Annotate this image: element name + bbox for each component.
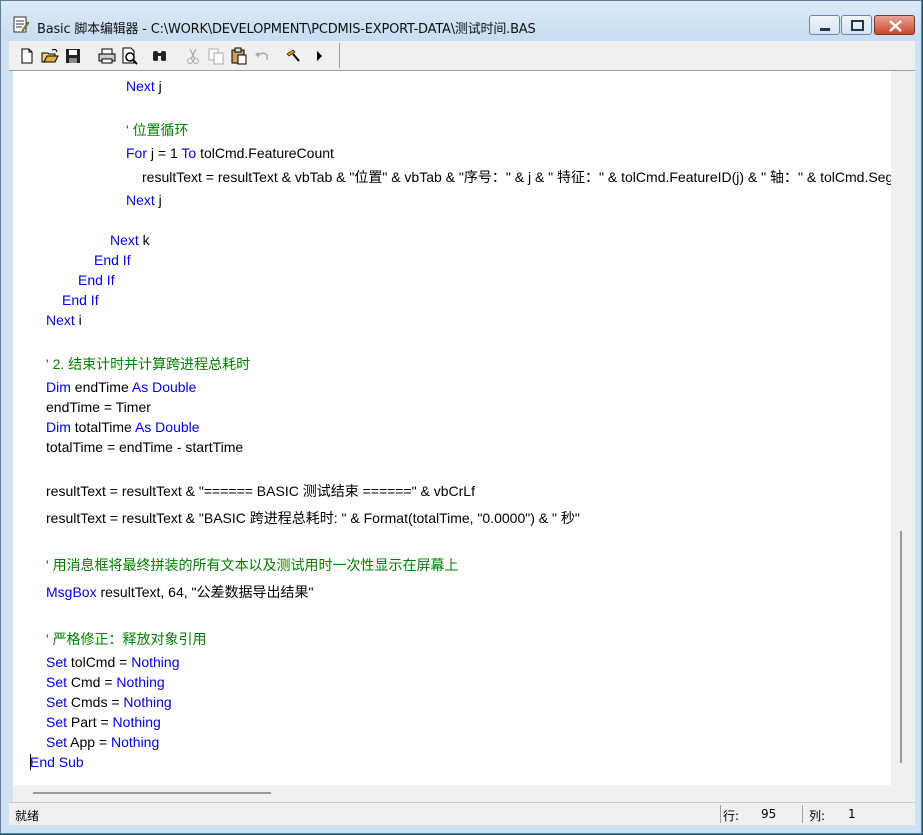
code-line: End If	[94, 252, 131, 268]
code-line: Dim totalTime As Double	[46, 419, 200, 435]
script-editor-icon	[13, 16, 30, 34]
code-line: Next i	[46, 312, 82, 328]
code-comment: ' 位置循环	[126, 122, 189, 138]
title-bar[interactable]: Basic 脚本编辑器 - C:\WORK\DEVELOPMENT\PCDMIS…	[1, 1, 921, 41]
cut-icon[interactable]	[183, 46, 203, 66]
code-comment: ' 2. 结束计时并计算跨进程总耗时	[46, 356, 251, 372]
print-preview-icon[interactable]	[120, 46, 140, 66]
window-title: Basic 脚本编辑器 - C:\WORK\DEVELOPMENT\PCDMIS…	[37, 22, 536, 37]
code-line: Next j	[126, 192, 162, 208]
copy-icon[interactable]	[206, 46, 226, 66]
code-line: For j = 1 To tolCmd.FeatureCount	[126, 145, 334, 161]
code-line: Next k	[110, 232, 150, 248]
code-line: resultText = resultText & vbTab & "位置" &…	[142, 169, 891, 185]
print-icon[interactable]	[97, 46, 117, 66]
code-line: End If	[62, 292, 99, 308]
close-icon	[889, 20, 902, 32]
col-value: 1	[848, 807, 856, 821]
status-separator	[802, 805, 803, 823]
vertical-scroll-thumb[interactable]	[900, 531, 902, 763]
row-value: 95	[761, 807, 777, 821]
compile-icon[interactable]	[283, 46, 303, 66]
row-label: 行:	[723, 809, 740, 823]
code-line: Next j	[126, 78, 162, 94]
code-line: End If	[78, 272, 115, 288]
horizontal-scroll-thumb[interactable]	[33, 792, 271, 794]
new-file-icon[interactable]	[17, 46, 37, 66]
status-separator	[720, 805, 721, 823]
undo-icon[interactable]	[252, 46, 272, 66]
code-comment: ' 用消息框将最终拼装的所有文本以及测试用时一次性显示在屏幕上	[46, 557, 459, 573]
code-editor[interactable]: Next j ' 位置循环 For j = 1 To tolCmd.Featur…	[13, 71, 891, 785]
minimize-button[interactable]	[809, 15, 840, 35]
maximize-button[interactable]	[841, 15, 872, 35]
code-line: MsgBox resultText, 64, "公差数据导出结果"	[46, 584, 314, 600]
col-label: 列:	[809, 809, 826, 823]
code-line: Set App = Nothing	[46, 734, 160, 750]
code-line: Set Cmds = Nothing	[46, 694, 172, 710]
run-icon[interactable]	[309, 46, 329, 66]
text-caret	[30, 754, 31, 770]
code-line: Set Part = Nothing	[46, 714, 161, 730]
find-icon[interactable]	[150, 46, 170, 66]
code-line: resultText = resultText & "BASIC 跨进程总耗时:…	[46, 510, 580, 526]
code-line: Dim endTime As Double	[46, 379, 197, 395]
vertical-scrollbar[interactable]	[891, 71, 915, 785]
code-comment: ' 严格修正：释放对象引用	[46, 631, 207, 647]
open-folder-icon[interactable]	[40, 46, 60, 66]
paste-icon[interactable]	[229, 46, 249, 66]
code-line: End Sub	[30, 754, 84, 770]
code-line: resultText = resultText & "====== BASIC …	[46, 483, 475, 499]
code-line: totalTime = endTime - startTime	[46, 439, 244, 455]
minimize-icon	[820, 28, 830, 31]
status-text: 就绪	[15, 809, 40, 823]
code-line: Set tolCmd = Nothing	[46, 654, 180, 670]
editor-window: Basic 脚本编辑器 - C:\WORK\DEVELOPMENT\PCDMIS…	[0, 0, 922, 834]
close-button[interactable]	[874, 15, 915, 35]
code-line: endTime = Timer	[46, 399, 151, 415]
maximize-icon	[851, 20, 864, 31]
code-line: Set Cmd = Nothing	[46, 674, 165, 690]
save-icon[interactable]	[63, 46, 83, 66]
status-bar: 就绪 行: 95 列: 1	[9, 802, 915, 825]
toolbar	[9, 41, 915, 71]
toolbar-group	[13, 43, 340, 68]
